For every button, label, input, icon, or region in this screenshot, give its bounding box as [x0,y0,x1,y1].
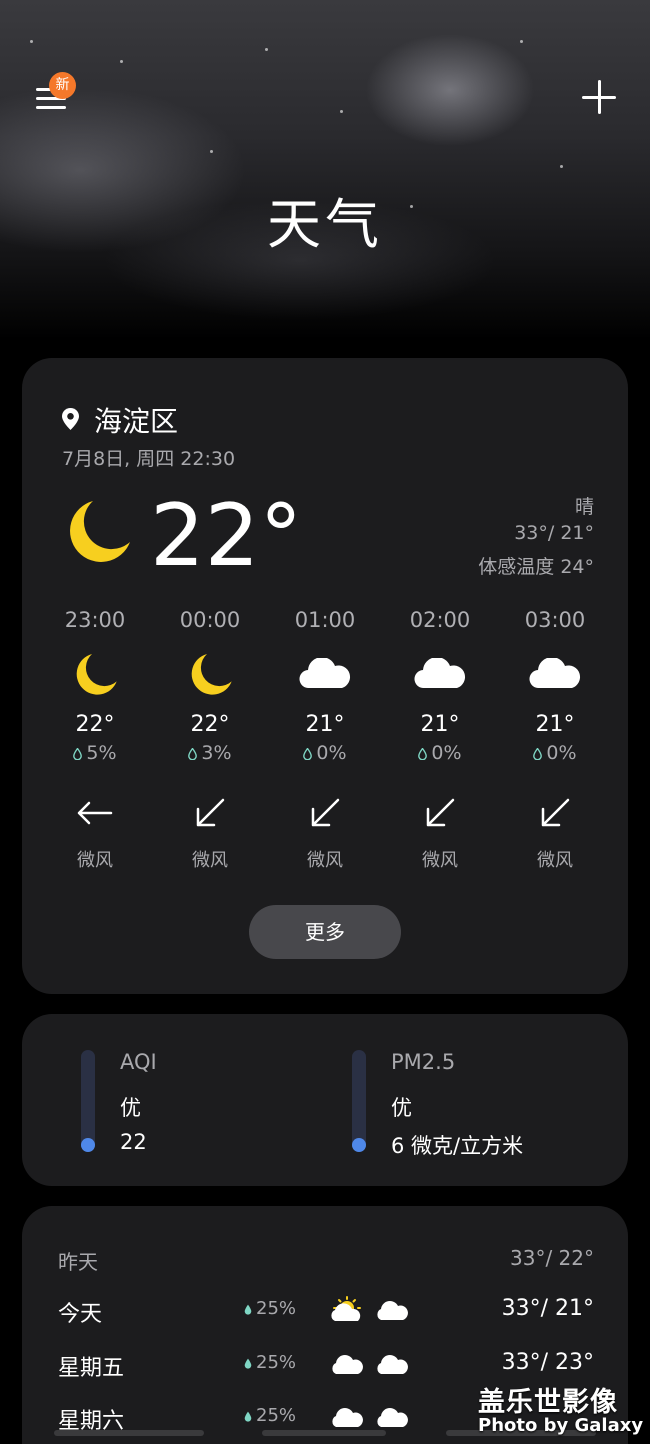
add-city-button[interactable] [582,80,616,114]
hourly-wind: 微风 [192,850,228,871]
hourly-rain: 3% [155,742,265,772]
star [210,150,213,153]
raindrop-icon [73,748,83,760]
southwest-arrow-icon [426,798,455,827]
sky-background [0,0,650,340]
current-temperature: 22° [150,486,303,586]
cloud-icon [377,1355,408,1374]
hourly-temp: 22° [75,712,115,737]
forecast-day: 昨天 [58,1250,98,1274]
star [340,110,343,113]
aqi-level-bar [81,1050,95,1152]
forecast-rain: 25% [244,1352,296,1373]
forecast-row-yesterday[interactable]: 昨天 33°/ 22° [22,1246,628,1286]
pm25-label: PM2.5 [391,1050,456,1074]
hourly-wind: 微风 [422,850,458,871]
hourly-temp: 21° [535,712,575,737]
hourly-item: 01:00 21° 0% 微风 [270,608,380,872]
cloud-icon [377,1301,408,1320]
location-name: 海淀区 [94,405,179,438]
air-quality-card[interactable]: AQI 优 22 PM2.5 优 6 微克/立方米 [22,1014,628,1186]
moon-icon [76,654,117,695]
feels-like: 体感温度 24° [478,556,594,578]
hourly-rain: 0% [270,742,380,772]
hourly-rain: 5% [40,742,150,772]
forecast-temps: 33°/ 21° [501,1296,594,1321]
forecast-rain: 25% [244,1298,296,1319]
hourly-wind: 微风 [307,850,343,871]
cloud-icon [332,1408,363,1427]
current-condition: 晴 [574,496,594,518]
forecast-temps: 33°/ 23° [501,1350,594,1375]
hourly-rain: 0% [385,742,495,772]
watermark-title: 盖乐世影像 [478,1387,618,1418]
forecast-row-today[interactable]: 今天 25% 33°/ 21° [22,1296,628,1336]
nav-indicator [54,1430,204,1436]
hourly-temp: 21° [305,712,345,737]
hourly-rain: 0% [500,742,610,772]
hourly-time: 03:00 [524,608,586,632]
moon-icon [191,654,232,695]
moon-icon [70,501,130,562]
hourly-wind: 微风 [77,850,113,871]
raindrop-icon [303,748,313,760]
pm25-value: 6 微克/立方米 [391,1134,524,1158]
aqi-level-indicator [81,1138,95,1152]
forecast-temps: 33°/ 22° [510,1246,594,1270]
partly-sunny-icon [331,1296,361,1321]
pm25-level-bar [352,1050,366,1152]
star [520,40,523,43]
southwest-arrow-icon [311,798,340,827]
page-title: 天气 [267,193,383,256]
hourly-temp: 22° [190,712,230,737]
raindrop-icon [244,1358,252,1369]
hourly-time: 23:00 [64,608,126,632]
current-weather-card[interactable]: 海淀区 7月8日, 周四 22:30 22° 晴 33°/ 21° 体感温度 2… [22,358,628,994]
hourly-item: 02:00 21° 0% 微风 [385,608,495,872]
cloud-icon [414,658,466,689]
raindrop-icon [244,1304,252,1315]
pm25-level: 优 [391,1096,412,1120]
hourly-item: 23:00 22° 5% 微风 [40,608,150,872]
cloud-icon [529,658,581,689]
raindrop-icon [418,748,428,760]
location-pin-icon [62,408,79,430]
southwest-arrow-icon [541,798,570,827]
cloud-icon [332,1355,363,1374]
west-arrow-icon [77,801,113,825]
raindrop-icon [244,1411,252,1422]
location-datetime: 7月8日, 周四 22:30 [62,448,236,470]
raindrop-icon [188,748,198,760]
more-button[interactable]: 更多 [249,905,401,959]
hourly-time: 02:00 [409,608,471,632]
camera-watermark: 盖乐世影像 Photo by Galaxy [478,1380,643,1436]
aqi-value: 22 [120,1130,147,1154]
cloud-icon [299,658,351,689]
hourly-time: 01:00 [294,608,356,632]
forecast-day: 星期五 [58,1356,125,1381]
star [560,165,563,168]
nav-indicator [262,1430,386,1436]
hourly-temp: 21° [420,712,460,737]
new-badge: 新 [49,72,76,99]
hourly-time: 00:00 [179,608,241,632]
forecast-day: 今天 [58,1302,103,1327]
star [265,48,268,51]
hourly-item: 00:00 22° 3% 微风 [155,608,265,872]
watermark-subtitle: Photo by Galaxy [478,1415,644,1436]
raindrop-icon [533,748,543,760]
forecast-rain: 25% [244,1405,296,1426]
aqi-level: 优 [120,1096,141,1120]
cloud-icon [377,1408,408,1427]
pm25-level-indicator [352,1138,366,1152]
current-hi-lo: 33°/ 21° [514,522,594,544]
aqi-label: AQI [120,1050,157,1074]
southwest-arrow-icon [196,798,225,827]
star [120,60,123,63]
hourly-item: 03:00 21° 0% 微风 [500,608,610,872]
star [30,40,33,43]
hourly-wind: 微风 [537,850,573,871]
